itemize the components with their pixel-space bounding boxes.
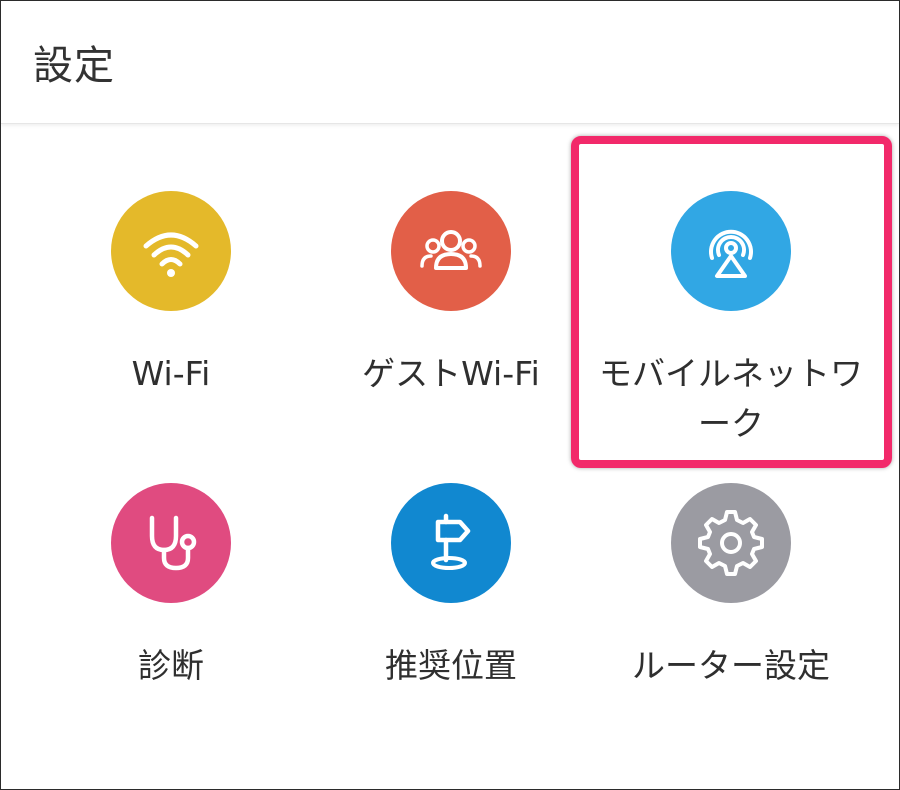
tile-label: 診断 — [138, 646, 204, 685]
settings-screen: 設定 Wi-Fi ゲストWi-Fi モバイルネットワーク 診断 推奨位置 ルータ… — [0, 0, 900, 790]
tile-mobile-network[interactable]: モバイルネットワーク — [586, 191, 876, 449]
tile-label: ルーター設定 — [632, 646, 830, 685]
wifi-icon — [143, 232, 199, 277]
gear-icon-circle — [671, 483, 791, 603]
mobile-network-icon-circle — [671, 191, 791, 311]
signpost-icon — [431, 513, 471, 570]
tile-label: 推奨位置 — [385, 646, 517, 685]
page-title: 設定 — [33, 43, 115, 89]
tile-diagnostics[interactable]: 診断 — [26, 483, 316, 691]
tile-router-settings[interactable]: ルーター設定 — [586, 483, 876, 691]
stethoscope-icon-circle — [111, 483, 231, 603]
stethoscope-icon — [149, 515, 197, 571]
signpost-icon-circle — [391, 483, 511, 603]
tile-label: モバイルネットワーク — [599, 354, 863, 443]
app-header: 設定 — [1, 1, 899, 124]
mobile-network-antenna-icon — [709, 229, 753, 278]
tile-label: Wi-Fi — [131, 354, 211, 393]
tile-recommended-position[interactable]: 推奨位置 — [306, 483, 596, 691]
tile-wifi[interactable]: Wi-Fi — [26, 191, 316, 399]
guest-users-icon-circle — [391, 191, 511, 311]
tile-label: ゲストWi-Fi — [362, 354, 540, 393]
tile-guest-wifi[interactable]: ゲストWi-Fi — [306, 191, 596, 399]
gear-icon — [698, 510, 764, 576]
guest-users-icon — [420, 230, 482, 270]
wifi-icon-circle — [111, 191, 231, 311]
